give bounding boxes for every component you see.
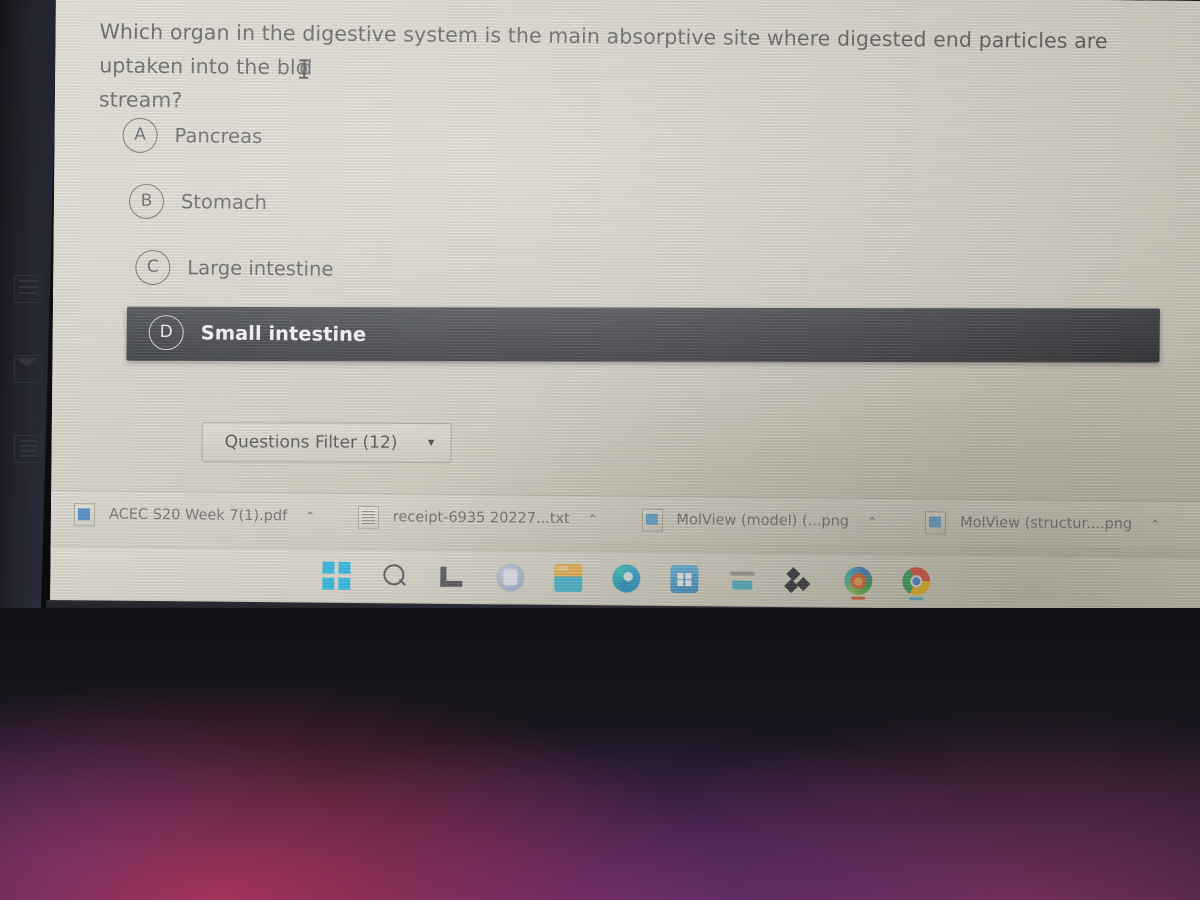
download-menu-chevron-icon[interactable]: ⌃ — [867, 515, 877, 529]
download-item[interactable]: ACEC S20 Week 7(1).pdf ⌃ — [68, 491, 352, 540]
chrome-icon[interactable] — [902, 567, 931, 601]
pdf-file-icon — [73, 502, 96, 526]
firefox-icon[interactable] — [844, 566, 873, 600]
option-letter-bubble-c: C — [135, 249, 171, 285]
option-letter-bubble-a: A — [122, 117, 158, 153]
answer-option-a[interactable]: A Pancreas — [122, 109, 1200, 171]
answer-option-b[interactable]: B Stomach — [128, 175, 1200, 237]
text-file-icon — [357, 505, 379, 529]
question-text-part1: Which organ in the digestive system is t… — [99, 19, 1108, 80]
laptop-photo: Which organ in the digestive system is t… — [0, 0, 1200, 900]
search-icon[interactable] — [380, 562, 408, 590]
amazon-icon[interactable] — [728, 565, 756, 593]
option-label-a: Pancreas — [174, 123, 263, 148]
download-item[interactable]: MolView (structur....png ⌃ — [919, 499, 1200, 548]
download-file-name: ACEC S20 Week 7(1).pdf — [108, 506, 288, 525]
edge-browser-icon[interactable] — [612, 564, 641, 593]
list-icon — [14, 435, 42, 463]
download-item[interactable]: MolView (model) (...png ⌃ — [635, 497, 919, 546]
text-cursor-icon — [299, 59, 308, 78]
option-letter-bubble-d: D — [148, 314, 184, 350]
answer-options-list: A Pancreas B Stomach C Large intestine D… — [120, 109, 1200, 381]
download-file-name: MolView (structur....png — [960, 514, 1133, 533]
widgets-icon[interactable] — [496, 563, 525, 592]
option-letter-bubble-b: B — [128, 183, 165, 219]
questions-filter-label: Questions Filter (12) — [224, 432, 398, 453]
download-menu-chevron-icon[interactable]: ⌃ — [588, 512, 598, 526]
download-file-name: MolView (model) (...png — [676, 511, 850, 530]
option-label-c: Large intestine — [187, 255, 334, 281]
task-view-icon[interactable] — [438, 563, 466, 591]
rgb-lighting-glow — [0, 600, 1200, 900]
file-explorer-icon[interactable] — [554, 563, 583, 593]
laptop-body: S P I N — [0, 600, 1200, 900]
browser-download-shelf: ACEC S20 Week 7(1).pdf ⌃ receipt-6935 20… — [50, 489, 1200, 549]
option-label-b: Stomach — [180, 189, 268, 214]
mail-icon — [14, 355, 42, 383]
quiz-page: Which organ in the digestive system is t… — [50, 0, 1200, 622]
questions-filter-dropdown[interactable]: Questions Filter (12) ▼ — [201, 422, 452, 464]
image-file-icon — [925, 510, 947, 535]
download-menu-chevron-icon[interactable]: ⌃ — [1150, 518, 1160, 532]
microsoft-store-icon[interactable] — [670, 564, 699, 594]
dropbox-icon[interactable] — [786, 566, 814, 594]
option-label-d: Small intestine — [200, 320, 367, 346]
image-file-icon — [641, 508, 663, 532]
download-item[interactable]: receipt-6935 20227...txt ⌃ — [352, 494, 636, 543]
answer-option-c[interactable]: C Large intestine — [135, 241, 1200, 303]
calculator-icon — [14, 275, 42, 303]
windows-start-icon[interactable] — [322, 561, 351, 590]
answer-option-d-selected[interactable]: D Small intestine — [126, 306, 1200, 367]
download-menu-chevron-icon[interactable]: ⌃ — [305, 509, 315, 523]
laptop-screen: Which organ in the digestive system is t… — [50, 0, 1200, 622]
taskbar-icon-group — [322, 550, 931, 608]
download-file-name: receipt-6935 20227...txt — [392, 509, 570, 527]
chevron-down-icon: ▼ — [425, 437, 437, 450]
